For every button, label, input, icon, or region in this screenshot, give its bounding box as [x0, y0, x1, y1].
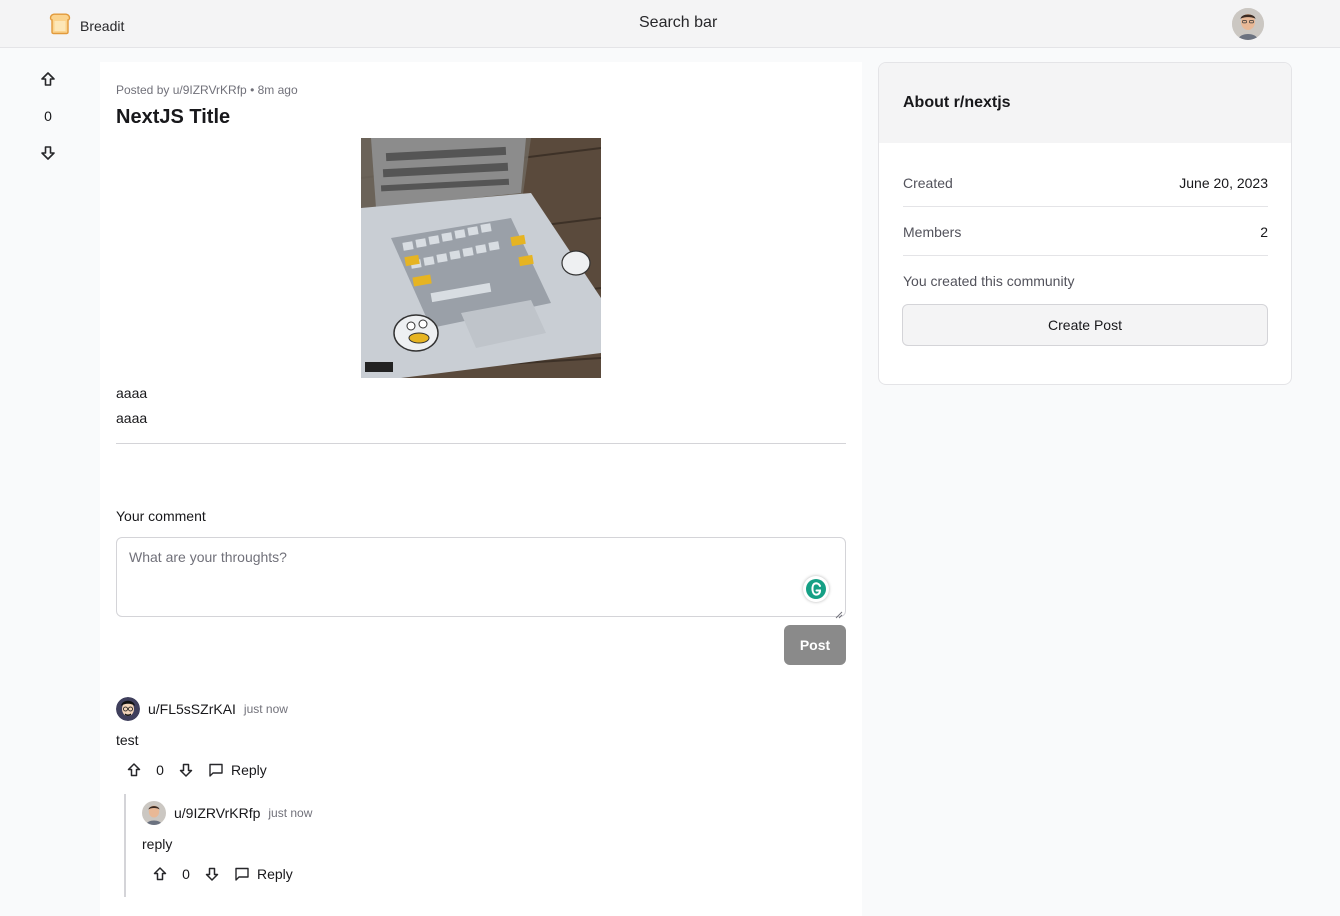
reply-label: Reply: [257, 866, 293, 882]
reply-button[interactable]: Reply: [234, 866, 293, 882]
reply-thread-line: [124, 794, 126, 897]
members-value: 2: [1260, 224, 1268, 240]
created-value: June 20, 2023: [1179, 175, 1268, 191]
arrow-down-icon: [179, 763, 193, 777]
comment-downvote-button[interactable]: [200, 862, 224, 886]
post-comment-button[interactable]: Post: [784, 625, 846, 665]
post-title: NextJS Title: [116, 106, 231, 128]
comment-time: just now: [243, 702, 288, 716]
avatar: [142, 801, 166, 825]
comment-item: u/FL5sSZrKAI just now test 0 Reply: [116, 697, 288, 782]
post-vote-count: 0: [44, 108, 52, 124]
arrow-up-icon: [153, 867, 167, 881]
comment-placeholder: What are your throughts?: [129, 549, 287, 565]
comment-label: Your comment: [116, 508, 206, 524]
home-link[interactable]: Breadit: [48, 11, 124, 40]
community-sidebar: About r/nextjs Created June 20, 2023 Mem…: [878, 62, 1292, 385]
reply-button[interactable]: Reply: [208, 762, 267, 778]
post-vote-column: 0: [32, 68, 64, 164]
comment-time: just now: [268, 806, 313, 820]
post-divider: [116, 443, 846, 444]
creator-note: You created this community: [903, 273, 1075, 289]
comment-vote-count: 0: [156, 762, 164, 778]
created-row: Created June 20, 2023: [903, 175, 1268, 207]
message-square-icon: [235, 867, 249, 881]
post-image: [361, 138, 601, 378]
comment-upvote-button[interactable]: [148, 862, 172, 886]
search-bar[interactable]: Search bar: [639, 14, 717, 32]
post-meta: Posted by u/9IZRVrKRfp • 8m ago: [116, 83, 298, 97]
arrow-down-icon: [205, 867, 219, 881]
post-body-line: aaaa: [116, 385, 148, 401]
create-post-button[interactable]: Create Post: [902, 304, 1268, 346]
comment-upvote-button[interactable]: [122, 758, 146, 782]
reply-label: Reply: [231, 762, 267, 778]
created-label: Created: [903, 175, 953, 191]
sidebar-title: About r/nextjs: [903, 94, 1011, 111]
comment-textarea[interactable]: What are your throughts?: [116, 537, 846, 619]
comment-text: reply: [142, 836, 173, 852]
arrow-up-icon: [41, 72, 55, 86]
bread-logo-icon: [48, 11, 72, 40]
comment-item: u/9IZRVrKRfp just now reply 0 Reply: [142, 801, 312, 886]
brand-name: Breadit: [80, 17, 125, 34]
comment-downvote-button[interactable]: [174, 758, 198, 782]
post-body-line: aaaa: [116, 410, 148, 426]
message-square-icon: [209, 763, 223, 777]
comment-username[interactable]: u/9IZRVrKRfp: [174, 805, 260, 821]
comment-vote-count: 0: [182, 866, 190, 882]
resize-handle-icon[interactable]: [835, 606, 843, 619]
comment-text: test: [116, 732, 139, 748]
sidebar-header: About r/nextjs: [879, 63, 1291, 143]
user-avatar[interactable]: [1232, 8, 1264, 40]
comment-username[interactable]: u/FL5sSZrKAI: [148, 701, 236, 717]
post-downvote-button[interactable]: [32, 140, 64, 164]
members-label: Members: [903, 224, 962, 240]
post-card: Posted by u/9IZRVrKRfp • 8m ago NextJS T…: [100, 62, 862, 916]
arrow-down-icon: [41, 146, 55, 160]
post-upvote-button[interactable]: [32, 68, 64, 92]
avatar: [116, 697, 140, 721]
members-row: Members 2: [903, 224, 1268, 256]
navbar: Breadit Search bar: [0, 0, 1340, 48]
grammarly-icon[interactable]: [803, 576, 829, 602]
arrow-up-icon: [127, 763, 141, 777]
